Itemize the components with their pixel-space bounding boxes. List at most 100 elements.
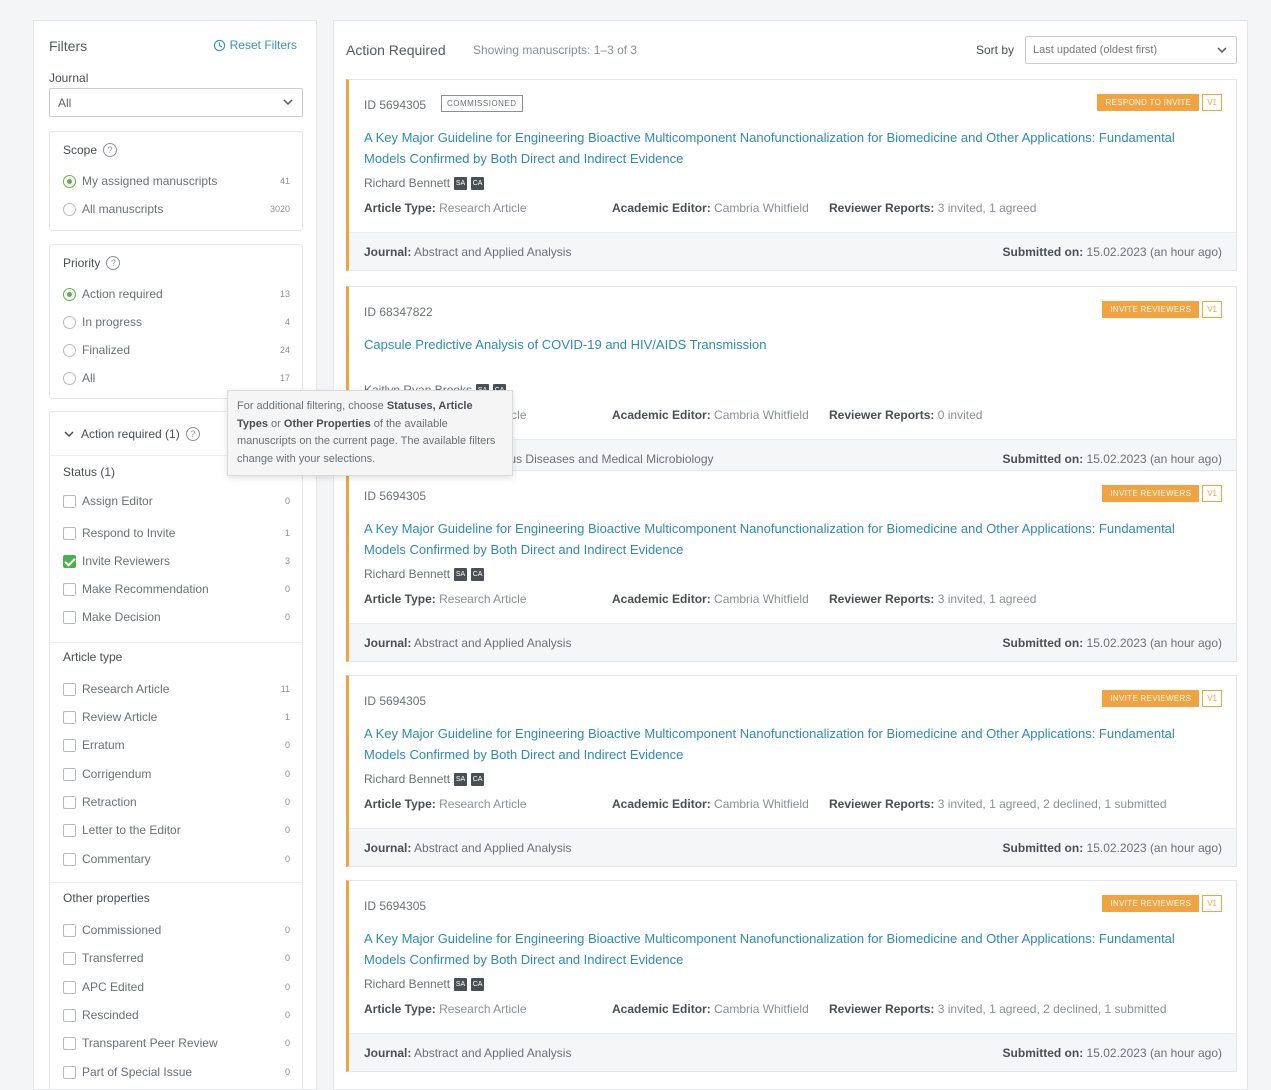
author-name[interactable]: Richard Bennett (364, 176, 450, 190)
article-type-review-article[interactable]: Review Article 1 (63, 708, 290, 726)
checkbox[interactable] (63, 951, 76, 965)
article-type-letter-to-the-editor[interactable]: Letter to the Editor 0 (63, 821, 290, 839)
priority-option-finalized[interactable]: Finalized 24 (63, 341, 290, 359)
option-count: 0 (284, 769, 290, 779)
radio-selected[interactable] (63, 287, 76, 301)
manuscript-footer: Journal: Abstract and Applied Analysis S… (349, 828, 1236, 866)
corresponding-author-icon: CA (471, 977, 485, 991)
author-name[interactable]: Richard Bennett (364, 977, 450, 991)
priority-option-all[interactable]: All 17 (63, 369, 290, 387)
manuscript-card[interactable]: ID 5694305 INVITE REVIEWERS V1 A Key Maj… (346, 470, 1237, 662)
help-icon[interactable]: ? (185, 427, 200, 441)
option-count: 0 (284, 982, 290, 992)
checkbox[interactable] (63, 823, 76, 837)
manuscript-title-link[interactable]: A Key Major Guideline for Engineering Bi… (364, 723, 1209, 765)
checkbox[interactable] (63, 526, 76, 540)
property-transparent-peer-review[interactable]: Transparent Peer Review 0 (63, 1034, 290, 1052)
article-type-research-article[interactable]: Research Article 11 (63, 680, 290, 698)
checkbox[interactable] (63, 923, 76, 937)
help-icon[interactable]: ? (103, 143, 118, 157)
checkbox[interactable] (63, 1036, 76, 1050)
manuscript-title-link[interactable]: Capsule Predictive Analysis of COVID-19 … (364, 334, 1209, 355)
divider (50, 882, 302, 883)
status-invite-reviewers[interactable]: Invite Reviewers 3 (63, 552, 290, 570)
checkbox[interactable] (63, 852, 76, 866)
reset-filters-button[interactable]: Reset Filters (213, 38, 297, 52)
option-count: 24 (279, 345, 290, 355)
priority-option-action-required[interactable]: Action required 13 (63, 285, 290, 303)
checkbox[interactable] (63, 1008, 76, 1022)
manuscript-title-link[interactable]: A Key Major Guideline for Engineering Bi… (364, 518, 1209, 560)
sort-select[interactable]: Last updated (oldest first) (1025, 36, 1237, 64)
checkbox-checked[interactable] (63, 554, 76, 568)
option-count: 17 (279, 373, 290, 383)
radio-selected[interactable] (63, 174, 76, 188)
journal-name: Journal: Abstract and Applied Analysis (364, 636, 572, 650)
radio[interactable] (63, 343, 76, 357)
property-apc-edited[interactable]: APC Edited 0 (63, 978, 290, 996)
option-count: 0 (284, 1038, 290, 1048)
manuscript-card[interactable]: ID 5694305 INVITE REVIEWERS V1 A Key Maj… (346, 675, 1237, 867)
manuscript-card[interactable]: ID 5694305 COMMISSIONED RESPOND TO INVIT… (346, 79, 1237, 271)
checkbox[interactable] (63, 767, 76, 781)
reviewer-reports: Reviewer Reports: 0 invited (829, 408, 983, 422)
radio[interactable] (63, 202, 76, 216)
status-make-decision[interactable]: Make Decision 0 (63, 608, 290, 626)
property-rescinded[interactable]: Rescinded 0 (63, 1006, 290, 1024)
submitted-date: Submitted on: 15.02.2023 (an hour ago) (1002, 841, 1222, 855)
radio[interactable] (63, 315, 76, 329)
option-label: Make Decision (82, 610, 161, 624)
editor-name[interactable]: Cambria Whitfield (714, 201, 809, 215)
checkbox[interactable] (63, 682, 76, 696)
editor-name[interactable]: Cambria Whitfield (714, 408, 809, 422)
radio[interactable] (63, 371, 76, 385)
checkbox[interactable] (63, 980, 76, 994)
submitted-date: Submitted on: 15.02.2023 (an hour ago) (1002, 1046, 1222, 1060)
checkbox[interactable] (63, 795, 76, 809)
journal-select[interactable]: All (49, 88, 303, 117)
checkbox[interactable] (63, 1065, 76, 1079)
action-status: RESPOND TO INVITE (1097, 94, 1200, 111)
editor-name[interactable]: Cambria Whitfield (714, 797, 809, 811)
checkbox[interactable] (63, 710, 76, 724)
status-title: Status (1) (63, 465, 116, 479)
status-respond-to-invite[interactable]: Respond to Invite 1 (63, 524, 290, 542)
checkbox[interactable] (63, 582, 76, 596)
page-title: Action Required (346, 42, 446, 58)
academic-editor: Academic Editor: Cambria Whitfield (612, 201, 809, 215)
option-label: Invite Reviewers (82, 554, 171, 568)
status-assign-editor[interactable]: Assign Editor 0 (63, 492, 290, 510)
authors: Richard Bennett SA CA (364, 176, 485, 190)
action-status: INVITE REVIEWERS (1102, 895, 1200, 912)
article-type-corrigendum[interactable]: Corrigendum 0 (63, 765, 290, 783)
checkbox[interactable] (63, 610, 76, 624)
editor-name[interactable]: Cambria Whitfield (714, 1002, 809, 1016)
journal-name: Journal: Abstract and Applied Analysis (364, 841, 572, 855)
property-part-of-special-issue[interactable]: Part of Special Issue 0 (63, 1063, 290, 1081)
editor-name[interactable]: Cambria Whitfield (714, 592, 809, 606)
priority-option-in-progress[interactable]: In progress 4 (63, 313, 290, 331)
manuscript-title-link[interactable]: A Key Major Guideline for Engineering Bi… (364, 127, 1209, 169)
option-label: APC Edited (82, 980, 145, 994)
corresponding-author-icon: CA (471, 176, 485, 190)
status-make-recommendation[interactable]: Make Recommendation 0 (63, 580, 290, 598)
help-icon[interactable]: ? (106, 256, 121, 270)
manuscript-title-link[interactable]: A Key Major Guideline for Engineering Bi… (364, 928, 1209, 970)
checkbox[interactable] (63, 494, 76, 508)
author-name[interactable]: Richard Bennett (364, 772, 450, 786)
scope-option-assigned[interactable]: My assigned manuscripts 41 (63, 172, 290, 190)
priority-card: Priority ? Action required 13 In progres… (49, 244, 303, 399)
scope-option-all[interactable]: All manuscripts 3020 (63, 200, 290, 218)
tooltip-text: or (267, 417, 284, 430)
author-name[interactable]: Richard Bennett (364, 567, 450, 581)
property-transferred[interactable]: Transferred 0 (63, 949, 290, 967)
manuscript-id: ID 5694305 (364, 899, 427, 913)
manuscript-footer: Journal: Abstract and Applied Analysis S… (349, 623, 1236, 661)
manuscript-card[interactable]: ID 5694305 INVITE REVIEWERS V1 A Key Maj… (346, 880, 1237, 1072)
article-type-retraction[interactable]: Retraction 0 (63, 793, 290, 811)
property-commissioned[interactable]: Commissioned 0 (63, 921, 290, 939)
checkbox[interactable] (63, 738, 76, 752)
action-required-toggle[interactable]: Action required (1) ? (63, 427, 200, 441)
article-type-commentary[interactable]: Commentary 0 (63, 850, 290, 868)
article-type-erratum[interactable]: Erratum 0 (63, 736, 290, 754)
